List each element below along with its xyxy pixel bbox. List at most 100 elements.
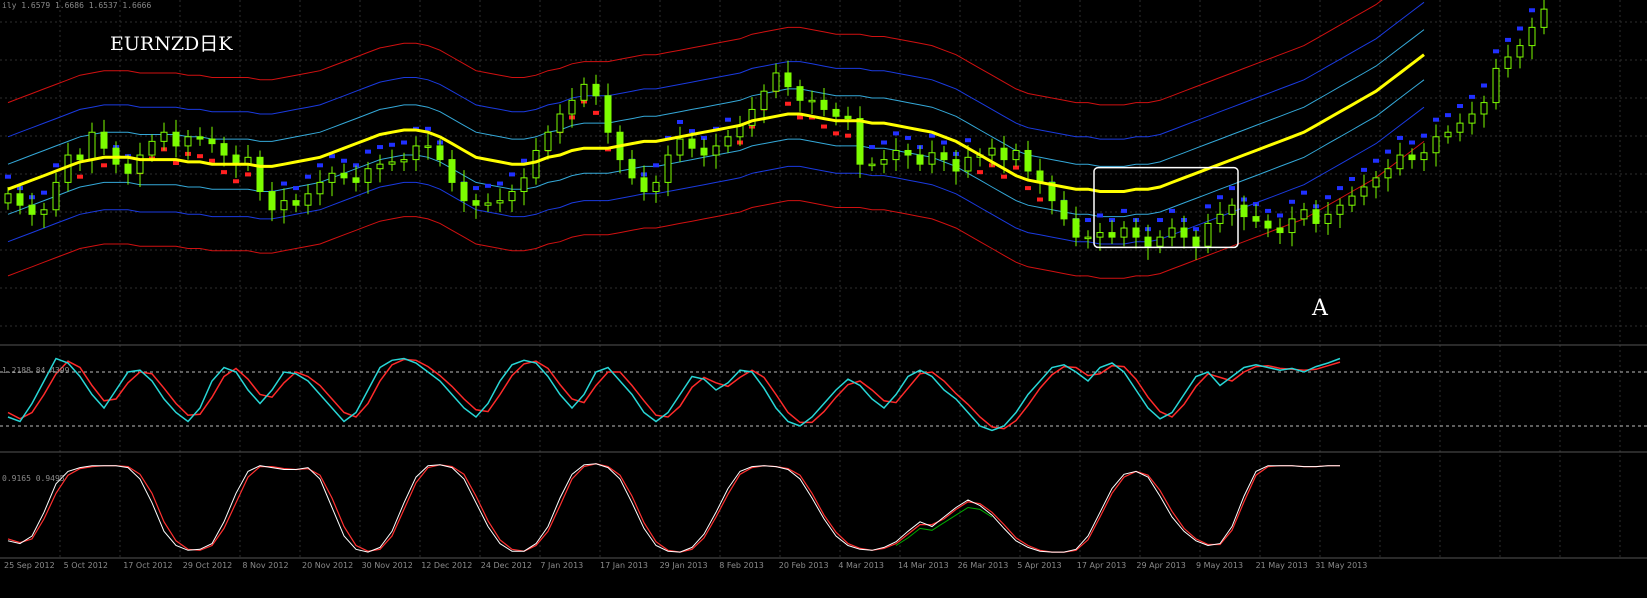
sar-marker	[305, 174, 311, 179]
x-tick-label: 5 Apr 2013	[1017, 561, 1061, 570]
sar-marker	[1397, 135, 1403, 140]
candle-body	[1372, 177, 1380, 188]
candle-body	[40, 209, 48, 215]
sar-marker	[5, 174, 11, 179]
candle-body	[640, 177, 648, 193]
sar-marker	[485, 183, 491, 188]
candle-body	[352, 177, 360, 183]
sar-marker	[1481, 83, 1487, 88]
sar-marker	[281, 181, 287, 186]
candle-body	[628, 159, 636, 179]
x-tick-label: 26 Mar 2013	[958, 561, 1009, 570]
candle-body	[1144, 236, 1152, 247]
sar-marker	[1301, 190, 1307, 195]
sar-marker	[497, 181, 503, 186]
x-tick-label: 30 Nov 2012	[362, 561, 413, 570]
sar-marker	[209, 158, 215, 163]
candle-body	[604, 95, 612, 133]
sar-marker	[977, 170, 983, 175]
sar-marker	[965, 138, 971, 143]
candle-body	[1384, 168, 1392, 179]
candle-body	[928, 152, 936, 165]
x-tick-label: 20 Feb 2013	[779, 561, 829, 570]
stochastic-header: 1.2188 84.4399	[2, 366, 70, 375]
candle-body	[1156, 236, 1164, 247]
sar-marker	[341, 158, 347, 163]
candle-body	[496, 200, 504, 204]
x-tick-label: 5 Oct 2012	[64, 561, 108, 570]
candle-body	[1084, 236, 1092, 240]
x-tick-label: 8 Nov 2012	[242, 561, 288, 570]
candle-body	[1444, 131, 1452, 138]
sar-marker	[677, 119, 683, 124]
candle-body	[1396, 154, 1404, 170]
sar-marker	[1169, 208, 1175, 213]
candle-body	[700, 147, 708, 156]
candle-body	[868, 163, 876, 167]
candle-body	[1132, 227, 1140, 238]
chart-window: 25 Sep 2012 5 Oct 2012 17 Oct 2012 29 Oct 2…	[0, 0, 1647, 598]
candle-body	[880, 159, 888, 165]
candle-body	[76, 154, 84, 161]
candle-body	[148, 140, 156, 156]
sar-marker	[1157, 218, 1163, 223]
candle-body	[1108, 232, 1116, 238]
sar-marker	[797, 115, 803, 120]
candle-body	[772, 72, 780, 92]
candle-body	[1216, 213, 1224, 224]
candle-body	[1096, 232, 1104, 238]
candle-body	[448, 159, 456, 183]
sar-marker	[401, 140, 407, 145]
candle-body	[556, 113, 564, 133]
candle-body	[820, 99, 828, 110]
candle-body	[652, 181, 660, 193]
candle-body	[580, 83, 588, 101]
candle-body	[1348, 195, 1356, 206]
candle-body	[784, 72, 792, 88]
x-tick-label: 4 Mar 2013	[838, 561, 884, 570]
sar-marker	[1493, 49, 1499, 54]
sar-marker	[293, 186, 299, 191]
sar-marker	[1445, 113, 1451, 118]
candle-body	[4, 193, 12, 204]
candle-body	[1408, 154, 1416, 161]
candle-body	[1456, 122, 1464, 133]
x-tick-label: 9 May 2013	[1196, 561, 1243, 570]
candle-body	[544, 131, 552, 151]
x-tick-label: 21 May 2013	[1256, 561, 1308, 570]
x-tick-label: 24 Dec 2012	[481, 561, 532, 570]
x-tick-label: 17 Jan 2013	[600, 561, 648, 570]
candle-body	[424, 145, 432, 148]
candle-body	[1504, 56, 1512, 69]
candle-body	[664, 154, 672, 183]
candle-body	[160, 131, 168, 142]
candle-body	[856, 118, 864, 165]
x-tick-label: 12 Dec 2012	[421, 561, 472, 570]
sar-marker	[725, 117, 731, 122]
candle-body	[1204, 222, 1212, 247]
candle-body	[88, 131, 96, 161]
sar-marker	[1421, 133, 1427, 138]
symbol-label: EURNZD日K	[110, 33, 233, 55]
sar-marker	[1025, 186, 1031, 191]
candle-body	[100, 131, 108, 149]
candle-body	[532, 149, 540, 179]
candle-body	[904, 149, 912, 156]
sar-marker	[473, 186, 479, 191]
candle-body	[1360, 186, 1368, 197]
candle-body	[292, 200, 300, 206]
candle-body	[280, 200, 288, 211]
candle-body	[1336, 204, 1344, 215]
candle-body	[1420, 152, 1428, 161]
candle-body	[220, 143, 228, 156]
candle-body	[472, 200, 480, 206]
candle-body	[1192, 236, 1200, 247]
candle-body	[1468, 113, 1476, 124]
sar-marker	[77, 174, 83, 179]
sar-marker	[941, 140, 947, 145]
oscillator-header: 0.9165 0.9495	[2, 474, 65, 483]
candle-body	[724, 136, 732, 147]
candle-body	[1252, 216, 1260, 222]
candle-body	[712, 145, 720, 156]
sar-marker	[1085, 218, 1091, 223]
